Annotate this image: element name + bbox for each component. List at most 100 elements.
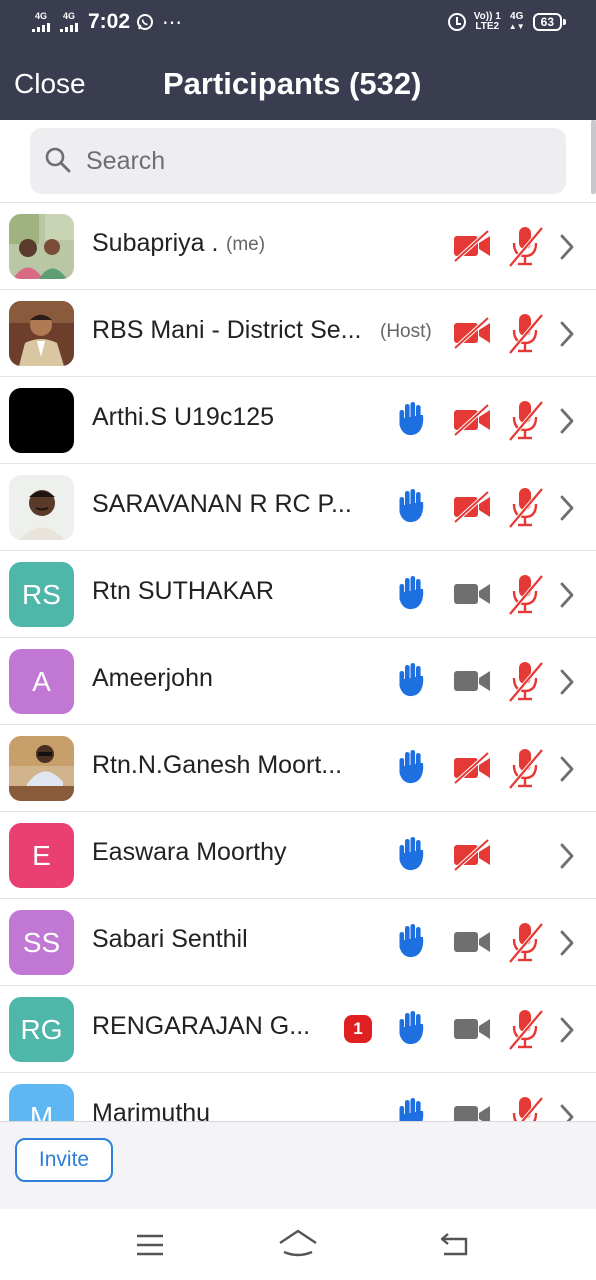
video-on-icon <box>454 584 490 604</box>
avatar <box>9 475 74 540</box>
chevron-right-icon[interactable] <box>558 581 576 609</box>
avatar: E <box>9 823 74 888</box>
avatar: RG <box>9 997 74 1062</box>
chevron-right-icon[interactable] <box>558 929 576 957</box>
mic-muted-icon <box>508 661 544 702</box>
participant-row[interactable]: Subapriya . (me) <box>0 203 596 290</box>
participant-row[interactable]: M Marimuthu <box>0 1073 596 1121</box>
participant-name: Sabari Senthil <box>92 925 248 953</box>
participant-name: Rtn SUTHAKAR <box>92 577 274 605</box>
home-icon[interactable] <box>278 1228 318 1260</box>
avatar <box>9 214 74 279</box>
raised-hand-icon <box>399 750 424 784</box>
raised-hand-icon <box>399 1098 424 1121</box>
status-right: Vo)) 1 LTE2 4G ▲▼ 63 <box>447 8 566 36</box>
raised-hand-icon <box>399 663 424 697</box>
video-off-icon <box>453 839 490 871</box>
raised-hand-icon <box>399 1011 424 1045</box>
participant-name: Rtn.N.Ganesh Moort... <box>92 751 343 779</box>
avatar-initials: M <box>29 1100 54 1122</box>
mic-muted-icon <box>508 922 544 963</box>
sim1-network: 4G <box>34 11 47 21</box>
chevron-right-icon[interactable] <box>558 755 576 783</box>
video-off-icon <box>453 752 490 784</box>
avatar <box>9 736 74 801</box>
back-icon[interactable] <box>439 1230 469 1258</box>
signal-icon-sim1: 4G <box>30 12 52 32</box>
participant-name: RBS Mani - District Se... <box>92 316 362 344</box>
chevron-right-icon[interactable] <box>558 407 576 435</box>
participant-row[interactable]: A Ameerjohn <box>0 638 596 725</box>
mic-muted-icon <box>508 226 544 267</box>
volte-indicator: Vo)) 1 LTE2 <box>474 12 501 32</box>
participant-name: SARAVANAN R RC P... <box>92 490 352 518</box>
participant-name: Easwara Moorthy <box>92 838 287 866</box>
chevron-right-icon[interactable] <box>558 1016 576 1044</box>
mic-muted-icon <box>508 487 544 528</box>
participant-name: Ameerjohn <box>92 664 213 692</box>
invite-button[interactable]: Invite <box>15 1138 113 1182</box>
video-off-icon <box>453 491 490 523</box>
avatar: M <box>9 1084 74 1121</box>
signal-icon-sim2: 4G <box>58 12 80 32</box>
participant-row[interactable]: Arthi.S U19c125 <box>0 377 596 464</box>
bottom-toolbar: Invite <box>0 1121 596 1210</box>
raised-hand-icon <box>399 489 424 523</box>
alarm-icon <box>447 13 466 31</box>
page-title: Participants (532) <box>163 66 422 101</box>
participant-row[interactable]: SS Sabari Senthil <box>0 899 596 986</box>
raised-hand-icon <box>399 402 424 436</box>
close-button[interactable]: Close <box>14 68 86 100</box>
unread-badge: 1 <box>344 1015 372 1043</box>
participant-row[interactable]: Rtn.N.Ganesh Moort... <box>0 725 596 812</box>
participant-row[interactable]: RG RENGARAJAN G... 1 <box>0 986 596 1073</box>
network-type: 4G <box>510 11 524 22</box>
video-on-icon <box>454 932 490 952</box>
whatsapp-icon <box>137 14 154 30</box>
menu-icon[interactable] <box>136 1233 164 1257</box>
chevron-right-icon[interactable] <box>558 1103 576 1121</box>
battery-level: 63 <box>532 13 562 31</box>
participant-row[interactable]: SARAVANAN R RC P... <box>0 464 596 551</box>
avatar-initials: SS <box>22 926 61 958</box>
participant-row[interactable]: RS Rtn SUTHAKAR <box>0 551 596 638</box>
network-type-icon: 4G ▲▼ <box>508 11 525 32</box>
chevron-right-icon[interactable] <box>558 842 576 870</box>
mic-muted-icon <box>508 1009 544 1050</box>
chevron-right-icon[interactable] <box>558 320 576 348</box>
participant-row[interactable]: RBS Mani - District Se... (Host) <box>0 290 596 377</box>
video-on-icon <box>454 671 490 691</box>
video-on-icon <box>454 1019 490 1039</box>
status-left: 4G 4G 7:02 ⋯ <box>30 8 183 36</box>
participant-list[interactable]: Subapriya . (me) RBS Mani - District Se...… <box>0 203 596 1121</box>
mic-muted-icon <box>508 400 544 441</box>
chevron-right-icon[interactable] <box>558 233 576 261</box>
battery-icon: 63 <box>532 13 566 31</box>
mic-muted-icon <box>508 574 544 615</box>
search-input[interactable] <box>86 142 546 180</box>
system-nav-bar <box>0 1209 596 1280</box>
avatar: A <box>9 649 74 714</box>
mic-muted-icon <box>508 313 544 354</box>
mic-muted-icon <box>508 748 544 789</box>
participant-role-tag: (Host) <box>380 321 432 342</box>
raised-hand-icon <box>399 576 424 610</box>
mic-muted-icon <box>512 1096 544 1121</box>
participant-name: Arthi.S U19c125 <box>92 403 275 431</box>
video-on-icon <box>454 1106 490 1121</box>
avatar: SS <box>9 910 74 975</box>
avatar: RS <box>9 562 74 627</box>
scrollbar[interactable] <box>591 120 596 194</box>
search-bar[interactable] <box>30 128 566 194</box>
participant-name: Subapriya . <box>92 229 219 257</box>
clock: 7:02 <box>88 10 131 33</box>
app-header: Close Participants (532) <box>0 44 596 120</box>
raised-hand-icon <box>399 924 424 958</box>
participant-name: RENGARAJAN G... <box>92 1012 311 1040</box>
chevron-right-icon[interactable] <box>558 494 576 522</box>
chevron-right-icon[interactable] <box>558 668 576 696</box>
participant-row[interactable]: E Easwara Moorthy <box>0 812 596 899</box>
participant-name: Marimuthu <box>92 1099 211 1121</box>
avatar-initials: RS <box>22 578 61 610</box>
avatar <box>9 388 74 453</box>
